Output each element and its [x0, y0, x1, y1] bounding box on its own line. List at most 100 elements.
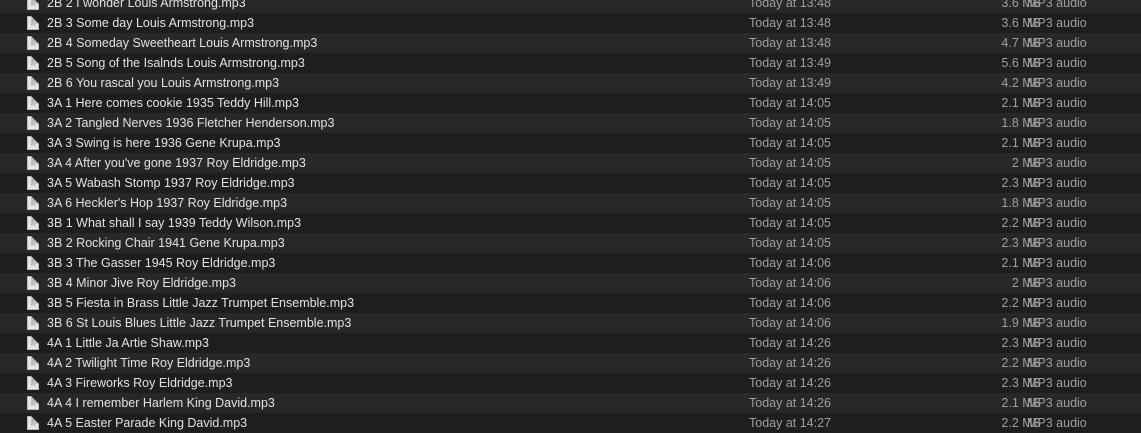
file-row[interactable]: 3B 2 Rocking Chair 1941 Gene Krupa.mp3 To…: [0, 233, 1141, 253]
file-row[interactable]: 3A 1 Here comes cookie 1935 Teddy Hill.m…: [0, 93, 1141, 113]
mp3-file-icon: [27, 336, 39, 350]
mp3-file-icon: [27, 276, 39, 290]
file-kind: MP3 audio: [1027, 0, 1087, 10]
file-row[interactable]: 3B 6 St Louis Blues Little Jazz Trumpet …: [0, 313, 1141, 333]
file-row[interactable]: 2B 6 You rascal you Louis Armstrong.mp3 T…: [0, 73, 1141, 93]
file-row[interactable]: 3A 6 Heckler's Hop 1937 Roy Eldridge.mp3…: [0, 193, 1141, 213]
date-modified: Today at 14:26: [749, 376, 832, 390]
mp3-file-icon: [27, 0, 39, 10]
date-modified: Today at 14:05: [749, 136, 832, 150]
date-modified: Today at 14:06: [749, 276, 832, 290]
file-name: 4A 3 Fireworks Roy Eldridge.mp3: [47, 376, 233, 390]
file-row[interactable]: 4A 5 Easter Parade King David.mp3 Today a…: [0, 413, 1141, 433]
file-row[interactable]: 4A 4 I remember Harlem King David.mp3 Tod…: [0, 393, 1141, 413]
file-kind: MP3 audio: [1027, 256, 1087, 270]
file-name: 4A 5 Easter Parade King David.mp3: [47, 416, 248, 430]
file-name: 3B 3 The Gasser 1945 Roy Eldridge.mp3: [47, 256, 276, 270]
file-kind: MP3 audio: [1027, 76, 1087, 90]
file-kind: MP3 audio: [1027, 196, 1087, 210]
file-kind: MP3 audio: [1027, 276, 1087, 290]
date-modified: Today at 14:05: [749, 116, 832, 130]
mp3-file-icon: [27, 36, 39, 50]
mp3-file-icon: [27, 236, 39, 250]
file-name: 4A 2 Twilight Time Roy Eldridge.mp3: [47, 356, 251, 370]
file-name: 2B 5 Song of the Isalnds Louis Armstrong…: [47, 56, 305, 70]
date-modified: Today at 14:05: [749, 236, 832, 250]
file-kind: MP3 audio: [1027, 296, 1087, 310]
date-modified: Today at 14:06: [749, 296, 832, 310]
file-kind: MP3 audio: [1027, 236, 1087, 250]
date-modified: Today at 14:06: [749, 316, 832, 330]
date-modified: Today at 14:26: [749, 396, 832, 410]
file-row[interactable]: 4A 1 Little Ja Artie Shaw.mp3 Today at 14…: [0, 333, 1141, 353]
mp3-file-icon: [27, 176, 39, 190]
file-kind: MP3 audio: [1027, 96, 1087, 110]
file-row[interactable]: 3A 5 Wabash Stomp 1937 Roy Eldridge.mp3 T…: [0, 173, 1141, 193]
file-row[interactable]: 3A 2 Tangled Nerves 1936 Fletcher Hender…: [0, 113, 1141, 133]
file-row[interactable]: 3B 3 The Gasser 1945 Roy Eldridge.mp3 Tod…: [0, 253, 1141, 273]
file-row[interactable]: 3B 1 What shall I say 1939 Teddy Wilson.…: [0, 213, 1141, 233]
file-row[interactable]: 4A 3 Fireworks Roy Eldridge.mp3 Today at …: [0, 373, 1141, 393]
mp3-file-icon: [27, 96, 39, 110]
file-row[interactable]: 2B 3 Some day Louis Armstrong.mp3 Today a…: [0, 13, 1141, 33]
file-list: 2B 2 I wonder Louis Armstrong.mp3 Today a…: [0, 0, 1141, 433]
file-name: 2B 6 You rascal you Louis Armstrong.mp3: [47, 76, 280, 90]
file-name: 3B 4 Minor Jive Roy Eldridge.mp3: [47, 276, 236, 290]
mp3-file-icon: [27, 256, 39, 270]
file-name: 3A 1 Here comes cookie 1935 Teddy Hill.m…: [47, 96, 299, 110]
file-kind: MP3 audio: [1027, 216, 1087, 230]
mp3-file-icon: [27, 16, 39, 30]
file-name: 3A 2 Tangled Nerves 1936 Fletcher Hender…: [47, 116, 335, 130]
file-name: 3A 4 After you've gone 1937 Roy Eldridge…: [47, 156, 306, 170]
mp3-file-icon: [27, 356, 39, 370]
mp3-file-icon: [27, 196, 39, 210]
file-row[interactable]: 2B 4 Someday Sweetheart Louis Armstrong.…: [0, 33, 1141, 53]
file-row[interactable]: 4A 2 Twilight Time Roy Eldridge.mp3 Today…: [0, 353, 1141, 373]
date-modified: Today at 14:05: [749, 156, 832, 170]
file-kind: MP3 audio: [1027, 176, 1087, 190]
date-modified: Today at 13:49: [749, 76, 832, 90]
date-modified: Today at 14:27: [749, 416, 832, 430]
file-name: 3B 2 Rocking Chair 1941 Gene Krupa.mp3: [47, 236, 285, 250]
file-name: 2B 2 I wonder Louis Armstrong.mp3: [47, 0, 246, 10]
file-name: 3A 6 Heckler's Hop 1937 Roy Eldridge.mp3: [47, 196, 288, 210]
date-modified: Today at 14:05: [749, 176, 832, 190]
mp3-file-icon: [27, 136, 39, 150]
file-name: 4A 1 Little Ja Artie Shaw.mp3: [47, 336, 209, 350]
date-modified: Today at 14:05: [749, 216, 832, 230]
mp3-file-icon: [27, 396, 39, 410]
file-name: 3B 6 St Louis Blues Little Jazz Trumpet …: [47, 316, 352, 330]
file-row[interactable]: 3A 4 After you've gone 1937 Roy Eldridge…: [0, 153, 1141, 173]
mp3-file-icon: [27, 416, 39, 430]
file-kind: MP3 audio: [1027, 136, 1087, 150]
file-row[interactable]: 2B 2 I wonder Louis Armstrong.mp3 Today a…: [0, 0, 1141, 13]
date-modified: Today at 14:05: [749, 196, 832, 210]
date-modified: Today at 14:26: [749, 336, 832, 350]
date-modified: Today at 14:05: [749, 96, 832, 110]
file-name: 3B 1 What shall I say 1939 Teddy Wilson.…: [47, 216, 302, 230]
file-kind: MP3 audio: [1027, 376, 1087, 390]
mp3-file-icon: [27, 296, 39, 310]
file-row[interactable]: 3B 5 Fiesta in Brass Little Jazz Trumpet…: [0, 293, 1141, 313]
mp3-file-icon: [27, 216, 39, 230]
file-name: 2B 4 Someday Sweetheart Louis Armstrong.…: [47, 36, 318, 50]
file-kind: MP3 audio: [1027, 36, 1087, 50]
file-row[interactable]: 3B 4 Minor Jive Roy Eldridge.mp3 Today at…: [0, 273, 1141, 293]
mp3-file-icon: [27, 56, 39, 70]
date-modified: Today at 13:48: [749, 16, 832, 30]
mp3-file-icon: [27, 316, 39, 330]
file-row[interactable]: 2B 5 Song of the Isalnds Louis Armstrong…: [0, 53, 1141, 73]
file-kind: MP3 audio: [1027, 56, 1087, 70]
file-kind: MP3 audio: [1027, 336, 1087, 350]
file-name: 3A 3 Swing is here 1936 Gene Krupa.mp3: [47, 136, 281, 150]
mp3-file-icon: [27, 156, 39, 170]
file-row[interactable]: 3A 3 Swing is here 1936 Gene Krupa.mp3 To…: [0, 133, 1141, 153]
file-name: 2B 3 Some day Louis Armstrong.mp3: [47, 16, 255, 30]
date-modified: Today at 14:06: [749, 256, 832, 270]
mp3-file-icon: [27, 76, 39, 90]
file-name: 3B 5 Fiesta in Brass Little Jazz Trumpet…: [47, 296, 355, 310]
date-modified: Today at 13:48: [749, 36, 832, 50]
date-modified: Today at 13:49: [749, 56, 832, 70]
file-kind: MP3 audio: [1027, 16, 1087, 30]
mp3-file-icon: [27, 116, 39, 130]
